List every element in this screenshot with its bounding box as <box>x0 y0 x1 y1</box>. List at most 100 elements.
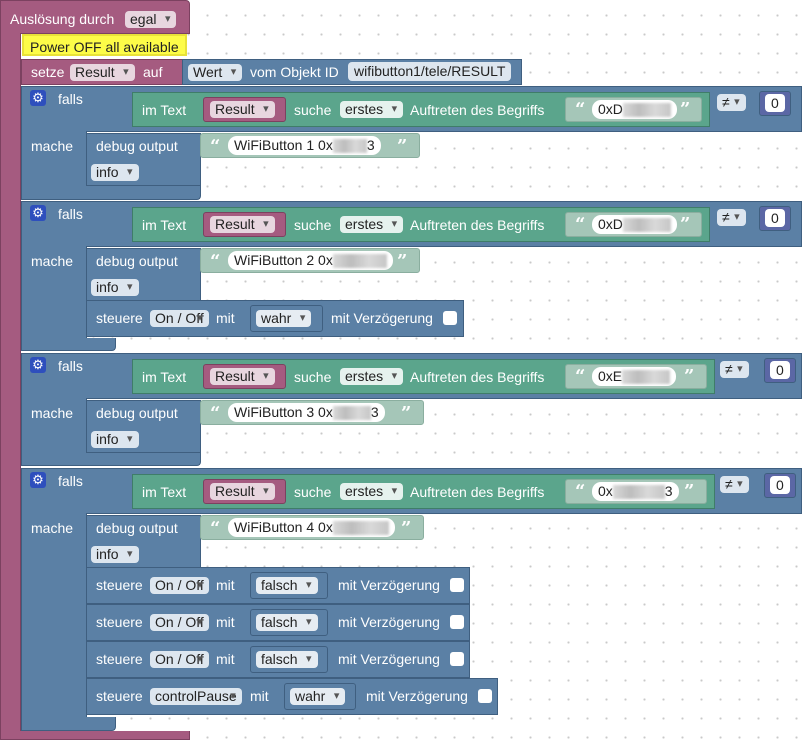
suche-label: suche <box>294 369 332 385</box>
number-field[interactable]: 0 <box>770 476 790 494</box>
result-var-dropdown[interactable]: Result <box>210 101 275 118</box>
redacted-area <box>332 406 371 421</box>
control-target-dropdown[interactable]: On / Off <box>150 651 209 668</box>
falls-label: falls <box>58 358 83 374</box>
search-string-text: 0xD <box>598 216 623 232</box>
debug-string-field[interactable]: WiFiButton 3 0x 3 <box>228 403 385 422</box>
control-target-dropdown[interactable]: On / Off <box>150 310 209 327</box>
auftreten-label: Auftreten des Begriffs <box>410 369 545 385</box>
falls-label: falls <box>58 473 83 489</box>
quote-open-icon: “ <box>575 481 586 502</box>
occurrence-dropdown[interactable]: erstes <box>340 368 404 385</box>
occurrence-dropdown[interactable]: erstes <box>340 216 404 233</box>
occurrence-dropdown[interactable]: erstes <box>340 483 404 500</box>
gear-icon[interactable]: ⚙ <box>30 90 46 106</box>
number-field[interactable]: 0 <box>765 94 785 112</box>
quote-close-icon: ” <box>401 403 412 424</box>
redacted-area <box>332 139 367 154</box>
delay-label: mit Verzögerung <box>338 577 440 593</box>
control-value-dropdown[interactable]: falsch <box>256 651 318 668</box>
suche-label: suche <box>294 217 332 233</box>
occurrence-dropdown[interactable]: erstes <box>340 101 404 118</box>
gear-icon[interactable]: ⚙ <box>30 472 46 488</box>
steuere-label: steuere <box>96 577 143 593</box>
delay-label: mit Verzögerung <box>338 614 440 630</box>
quote-close-icon: ” <box>680 214 691 235</box>
control-target-dropdown[interactable]: On / Off <box>150 614 209 631</box>
event-label: Auslösung durch <box>10 11 115 27</box>
result-var-dropdown[interactable]: Result <box>210 483 275 500</box>
delay-checkbox[interactable] <box>450 652 464 666</box>
if-block-2-foot <box>21 338 116 351</box>
number-field[interactable]: 0 <box>770 361 790 379</box>
gear-icon[interactable]: ⚙ <box>30 205 46 221</box>
suche-label: suche <box>294 484 332 500</box>
debug-string-field[interactable]: WiFiButton 4 0x <box>228 518 395 537</box>
setze-var-dropdown[interactable]: Result <box>70 64 135 81</box>
search-string-field[interactable]: 0x 3 <box>592 482 679 501</box>
delay-checkbox[interactable] <box>478 689 492 703</box>
setze-label: setze <box>31 64 65 80</box>
im-text-label: im Text <box>142 369 187 385</box>
suche-label: suche <box>294 102 332 118</box>
redacted-area <box>622 218 671 233</box>
log-level-dropdown[interactable]: info <box>91 164 139 181</box>
if-block-4-body <box>21 513 87 718</box>
mit-label: mit <box>250 688 269 704</box>
mit-label: mit <box>216 614 235 630</box>
result-var-dropdown[interactable]: Result <box>210 216 275 233</box>
search-string-field[interactable]: 0xD <box>592 215 677 234</box>
auftreten-label: Auftreten des Begriffs <box>410 484 545 500</box>
log-level-dropdown[interactable]: info <box>91 431 139 448</box>
search-string-text: 0x <box>598 483 613 499</box>
steuere-label: steuere <box>96 310 143 326</box>
debug-output-label: debug output <box>96 405 178 421</box>
quote-close-icon: ” <box>401 518 412 539</box>
delay-checkbox[interactable] <box>450 578 464 592</box>
debug-string-field[interactable]: WiFiButton 2 0x <box>228 251 393 270</box>
object-id-field[interactable]: wifibutton1/tele/RESULT <box>348 62 512 81</box>
compare-operator-dropdown[interactable]: ≠ <box>717 209 746 226</box>
control-value-dropdown[interactable]: falsch <box>256 577 318 594</box>
quote-close-icon: ” <box>397 251 408 272</box>
result-var-dropdown[interactable]: Result <box>210 368 275 385</box>
quote-open-icon: “ <box>575 99 586 120</box>
log-level-dropdown[interactable]: info <box>91 546 139 563</box>
redacted-area <box>332 521 389 536</box>
debug-string-field[interactable]: WiFiButton 1 0x 3 <box>228 136 381 155</box>
compare-operator-dropdown[interactable]: ≠ <box>720 476 749 493</box>
delay-checkbox[interactable] <box>443 311 457 325</box>
auftreten-label: Auftreten des Begriffs <box>410 217 545 233</box>
if-block-1-foot <box>21 186 201 200</box>
delay-label: mit Verzögerung <box>331 310 433 326</box>
from-object-label: vom Objekt ID <box>250 64 339 80</box>
delay-label: mit Verzögerung <box>366 688 468 704</box>
compare-operator-dropdown[interactable]: ≠ <box>717 94 746 111</box>
mache-label: mache <box>31 405 74 421</box>
quote-close-icon: ” <box>680 99 691 120</box>
search-string-text: 0xD <box>598 101 623 117</box>
mit-label: mit <box>216 577 235 593</box>
search-string-field[interactable]: 0xD <box>592 100 677 119</box>
falls-label: falls <box>58 206 83 222</box>
redacted-area <box>332 254 387 269</box>
control-target-dropdown[interactable]: On / Off <box>150 577 209 594</box>
gear-icon[interactable]: ⚙ <box>30 357 46 373</box>
log-level-dropdown[interactable]: info <box>91 279 139 296</box>
control-value-dropdown[interactable]: wahr <box>290 688 346 705</box>
im-text-label: im Text <box>142 102 187 118</box>
quote-close-icon: ” <box>684 366 695 387</box>
search-string-field[interactable]: 0xE <box>592 367 677 386</box>
trigger-dropdown[interactable]: egal <box>125 11 177 28</box>
if-block-3-foot <box>21 453 201 466</box>
control-value-dropdown[interactable]: wahr <box>256 310 312 327</box>
delay-checkbox[interactable] <box>450 615 464 629</box>
falls-label: falls <box>58 91 83 107</box>
control-value-dropdown[interactable]: falsch <box>256 614 318 631</box>
compare-operator-dropdown[interactable]: ≠ <box>720 361 749 378</box>
comment-bubble[interactable]: Power OFF all available <box>22 34 187 56</box>
number-field[interactable]: 0 <box>765 209 785 227</box>
quote-close-icon: ” <box>397 136 408 157</box>
control-target-dropdown[interactable]: controlPause <box>150 688 242 705</box>
value-type-dropdown[interactable]: Wert <box>188 64 243 81</box>
